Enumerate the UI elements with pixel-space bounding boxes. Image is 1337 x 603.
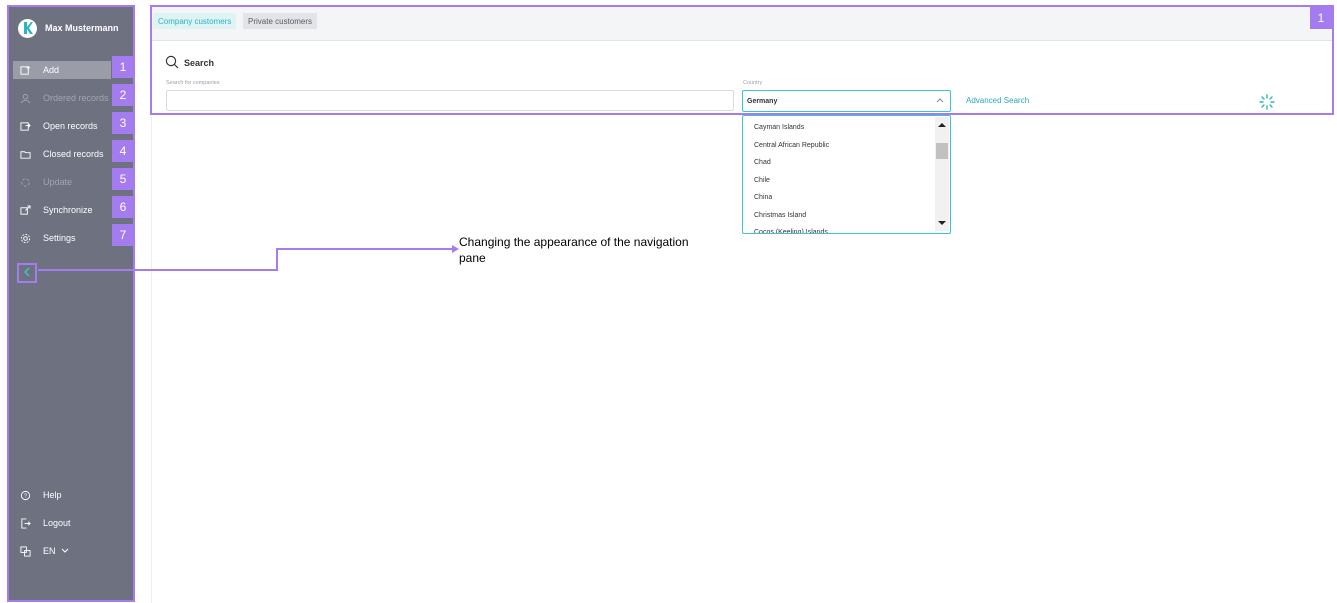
sidebar-item-add[interactable]: Add — [13, 61, 111, 79]
logout-icon — [19, 517, 31, 529]
search-field-label: Search for companies — [166, 80, 220, 86]
dropdown-scrollbar[interactable] — [935, 117, 949, 231]
ordered-records-icon — [19, 92, 31, 104]
country-select[interactable]: Germany — [742, 90, 951, 112]
company-search-input[interactable] — [166, 90, 734, 111]
sidebar-item-label: Help — [43, 490, 62, 500]
sidebar-item-synchronize[interactable]: Synchronize — [13, 201, 111, 219]
app-root: Max Mustermann Add Ordered records Open … — [0, 0, 1337, 603]
tab-company-customers[interactable]: Company customers — [153, 13, 237, 29]
scrollbar-thumb[interactable] — [936, 143, 948, 159]
sidebar-item-label: Settings — [43, 233, 76, 243]
annotation-badge: 1 — [1310, 7, 1332, 29]
sidebar-item-label: Closed records — [43, 149, 104, 159]
sidebar-item-label: Open records — [43, 121, 98, 131]
sidebar-item-label: Update — [43, 177, 73, 187]
dropdown-option[interactable]: Cocos (Keeling) Islands — [743, 224, 933, 233]
dropdown-option[interactable]: Central African Republic — [743, 137, 933, 155]
loading-spinner-icon — [1259, 94, 1275, 114]
dropdown-option[interactable]: Chile — [743, 172, 933, 190]
annotation-badge: 2 — [112, 84, 134, 106]
chevron-up-icon — [936, 97, 944, 105]
annotation-badge: 3 — [112, 112, 134, 134]
annotation-badge: 6 — [112, 196, 134, 218]
language-selector[interactable]: EN — [13, 542, 111, 560]
search-icon — [165, 55, 184, 71]
user-name: Max Mustermann — [45, 23, 119, 33]
sidebar-item-help[interactable]: ? Help — [13, 486, 111, 504]
sidebar-item-label: Add — [43, 65, 60, 75]
collapse-nav-button[interactable] — [17, 263, 37, 283]
synchronize-icon — [19, 204, 31, 216]
search-title: Search — [184, 58, 215, 68]
sidebar-item-label: Ordered records — [43, 93, 109, 103]
annotation-badge: 1 — [112, 56, 134, 78]
scroll-up-arrow-icon[interactable] — [938, 123, 946, 127]
gear-icon — [19, 232, 31, 244]
language-icon — [19, 545, 31, 557]
customer-tabs-bar — [151, 6, 1333, 41]
chevron-down-icon — [61, 546, 69, 556]
user-header: Max Mustermann — [18, 17, 119, 39]
dropdown-option[interactable]: Cayman Islands — [743, 119, 933, 137]
svg-text:?: ? — [23, 493, 26, 499]
update-icon — [19, 176, 31, 188]
reset-search-button[interactable] — [1259, 94, 1275, 110]
language-label: EN — [43, 546, 56, 556]
add-record-icon — [19, 64, 31, 76]
help-icon: ? — [19, 489, 31, 501]
sidebar-item-closed-records[interactable]: Closed records — [13, 145, 111, 163]
sidebar-item-ordered-records[interactable]: Ordered records — [13, 89, 111, 107]
sidebar-item-update[interactable]: Update — [13, 173, 111, 191]
annotation-badge: 4 — [112, 140, 134, 162]
sidebar-item-label: Synchronize — [43, 205, 93, 215]
annotation-badge: 5 — [112, 168, 134, 190]
dropdown-option[interactable]: Chad — [743, 154, 933, 172]
callout-text: Changing the appearance of the navigatio… — [459, 235, 689, 265]
open-records-icon — [19, 120, 31, 132]
scroll-down-arrow-icon[interactable] — [938, 221, 946, 225]
app-logo-icon — [18, 18, 37, 38]
sidebar-item-label: Logout — [43, 518, 71, 528]
search-heading: Search — [165, 55, 214, 71]
country-value: Germany — [747, 97, 778, 105]
tab-private-customers[interactable]: Private customers — [243, 13, 318, 29]
country-dropdown-list[interactable]: Cayman Islands Central African Republic … — [742, 115, 951, 234]
dropdown-option[interactable]: Christmas Island — [743, 207, 933, 225]
closed-records-icon — [19, 148, 31, 160]
annotation-badge: 7 — [112, 224, 134, 246]
dropdown-option[interactable]: China — [743, 189, 933, 207]
advanced-search-link[interactable]: Advanced Search — [966, 96, 1029, 105]
sidebar-item-settings[interactable]: Settings — [13, 229, 111, 247]
country-field-label: Country — [743, 80, 763, 86]
sidebar-item-logout[interactable]: Logout — [13, 514, 111, 532]
chevron-left-icon — [23, 264, 31, 282]
sidebar-item-open-records[interactable]: Open records — [13, 117, 111, 135]
